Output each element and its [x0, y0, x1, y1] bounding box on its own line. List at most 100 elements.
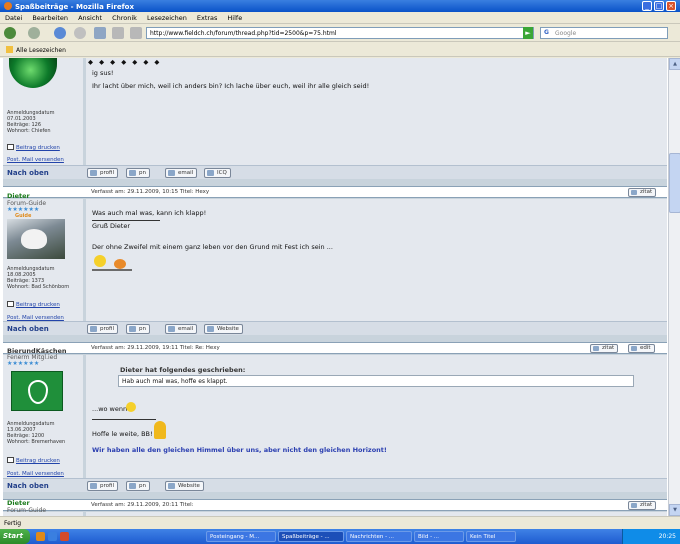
task-button[interactable]: Nachrichten - ... [346, 531, 412, 542]
task-button[interactable]: Posteingang - M... [206, 531, 276, 542]
scroll-down-icon[interactable]: ▼ [669, 504, 680, 516]
navigation-toolbar: http://www.fieldch.ch/forum/thread.php?t… [0, 24, 680, 42]
post3-body: Dieter hat folgendes geschrieben: Hab au… [86, 355, 667, 478]
print-post-link[interactable]: Beitrag drucken [7, 301, 60, 308]
forward-icon[interactable] [28, 27, 40, 39]
forum-thread: Anmeldungsdatum 07.01.2003 Beiträge: 126… [3, 58, 667, 516]
menu-lesezeichen[interactable]: Lesezeichen [142, 12, 192, 24]
post-text-line: Gruß Dieter [92, 222, 131, 230]
post-text-line: Ihr lacht über mich, weil ich anders bin… [92, 82, 370, 90]
stop-icon[interactable] [74, 27, 86, 39]
reload-icon[interactable] [54, 27, 66, 39]
quote-button[interactable]: zitat [628, 188, 657, 197]
post3-footer: Nach oben profil pn Website [3, 478, 667, 492]
task-button-active[interactable]: Spaßbeiträge - ... [278, 531, 344, 542]
vertical-scrollbar[interactable]: ▲ ▼ [668, 58, 680, 516]
print-icon [7, 144, 14, 150]
website-button[interactable]: Website [165, 481, 204, 491]
search-input[interactable]: Google [540, 27, 668, 39]
smiley-icon [154, 421, 166, 439]
bookmarks-label[interactable]: Alle Lesezeichen [16, 47, 66, 54]
print-post-link[interactable]: Beitrag drucken [7, 144, 60, 151]
pm-button[interactable]: pn [126, 324, 150, 334]
bookmarks-bar: Alle Lesezeichen [0, 43, 680, 57]
avatar [9, 58, 57, 88]
send-mail-link[interactable]: Post. Mail versenden [7, 157, 64, 163]
task-button[interactable]: Kein Titel [466, 531, 516, 542]
profil-button[interactable]: profil [87, 168, 118, 178]
quicklaunch-icon[interactable] [48, 532, 57, 541]
send-mail-link[interactable]: Post. Mail versenden [7, 471, 64, 477]
home-icon[interactable] [94, 27, 106, 39]
email-button[interactable]: email [165, 324, 198, 334]
quote-button[interactable]: zitat [590, 344, 619, 353]
post2-body: Was auch mal was, kann ich klapp! Gruß D… [86, 199, 667, 321]
start-button[interactable]: Start [0, 529, 30, 544]
user-rank: Forum-Guide [7, 507, 47, 514]
post-text-line: ig sus! [92, 69, 114, 77]
print-icon [7, 301, 14, 307]
taskbar: Start Posteingang - M... Spaßbeiträge - … [0, 529, 680, 544]
post2-footer: Nach oben profil pn email Website [3, 321, 667, 335]
meta-location: Wohnort: Bad Schönborn [7, 284, 70, 290]
smiley-image [92, 253, 132, 273]
menu-hilfe[interactable]: Hilfe [222, 12, 247, 24]
task-button[interactable]: Bild - ... [414, 531, 464, 542]
url-bar[interactable]: http://www.fieldch.ch/forum/thread.php?t… [146, 27, 534, 39]
website-button[interactable]: Website [204, 324, 243, 334]
post1-sidebar: Anmeldungsdatum 07.01.2003 Beiträge: 126… [3, 58, 83, 165]
post3-meta: Anmeldungsdatum 13.06.2007 Beiträge: 120… [7, 421, 83, 445]
clock[interactable]: 20:25 [659, 533, 676, 540]
bookmark-icon [6, 46, 13, 53]
email-button[interactable]: email [165, 168, 198, 178]
signature: Wir haben alle den gleichen Himmel über … [92, 446, 387, 454]
post2-header: Verfasst am: 29.11.2009, 10:15 Titel: He… [3, 186, 667, 198]
menu-datei[interactable]: Datei [0, 12, 27, 24]
close-button[interactable]: × [666, 1, 676, 11]
menu-bearbeiten[interactable]: Bearbeiten [27, 12, 73, 24]
post1-meta: Anmeldungsdatum 07.01.2003 Beiträge: 126… [7, 110, 83, 134]
quicklaunch-icon[interactable] [60, 532, 69, 541]
maximize-button[interactable]: □ [654, 1, 664, 11]
pm-button[interactable]: pn [126, 481, 150, 491]
rank-stars: ★★★★★★ [7, 206, 40, 213]
status-text: Fertig [4, 520, 22, 527]
icq-button[interactable]: ICQ [204, 168, 231, 178]
profil-button[interactable]: profil [87, 481, 118, 491]
meta-location: Wohnort: Chiefen [7, 128, 51, 134]
mail-icon[interactable] [130, 27, 142, 39]
scroll-up-icon[interactable]: ▲ [669, 58, 680, 70]
profil-button[interactable]: profil [87, 324, 118, 334]
post-text-line: Hoffe le weite, BB! [92, 430, 153, 438]
username[interactable]: Dieter [7, 192, 30, 200]
minimize-button[interactable]: _ [642, 1, 652, 11]
smiley-row: ◆ ◆ ◆ ◆ ◆ ◆ ◆ [88, 58, 162, 66]
post1-body: ◆ ◆ ◆ ◆ ◆ ◆ ◆ ig sus! Ihr lacht über mic… [86, 58, 667, 165]
username[interactable]: Dieter [7, 499, 30, 507]
menu-extras[interactable]: Extras [192, 12, 223, 24]
nach-oben-link[interactable]: Nach oben [7, 325, 49, 333]
menu-chronik[interactable]: Chronik [107, 12, 142, 24]
quicklaunch-icon[interactable] [36, 532, 45, 541]
post-text-line: Was auch mal was, kann ich klapp! [92, 209, 207, 217]
back-icon[interactable] [4, 27, 16, 39]
print-post-label: Beitrag drucken [16, 302, 60, 308]
post2-sidebar: Dieter Forum-Guide ★★★★★★ Guide Anmeldun… [3, 192, 83, 321]
print-icon[interactable] [112, 27, 124, 39]
edit-button[interactable]: edit [628, 344, 655, 353]
menu-ansicht[interactable]: Ansicht [73, 12, 107, 24]
menu-bar: Datei Bearbeiten Ansicht Chronik Lesezeichen… [0, 12, 680, 24]
print-post-link[interactable]: Beitrag drucken [7, 457, 60, 464]
post3-sidebar: BierundKäschen Fenerm Mitgl.ied ★★★★★★ A… [3, 347, 83, 478]
print-post-label: Beitrag drucken [16, 145, 60, 151]
pm-button[interactable]: pn [126, 168, 150, 178]
dog-shape [21, 229, 47, 249]
post3-header: Verfasst am: 29.11.2009, 19:11 Titel: Re… [3, 342, 667, 354]
go-icon[interactable]: ► [523, 27, 533, 39]
post-text-line: ...wo wenn [92, 405, 128, 413]
nach-oben-link[interactable]: Nach oben [7, 169, 49, 177]
nach-oben-link[interactable]: Nach oben [7, 482, 49, 490]
quote-button[interactable]: zitat [628, 501, 657, 510]
scroll-thumb[interactable] [669, 153, 680, 213]
werder-logo-icon [28, 380, 48, 404]
